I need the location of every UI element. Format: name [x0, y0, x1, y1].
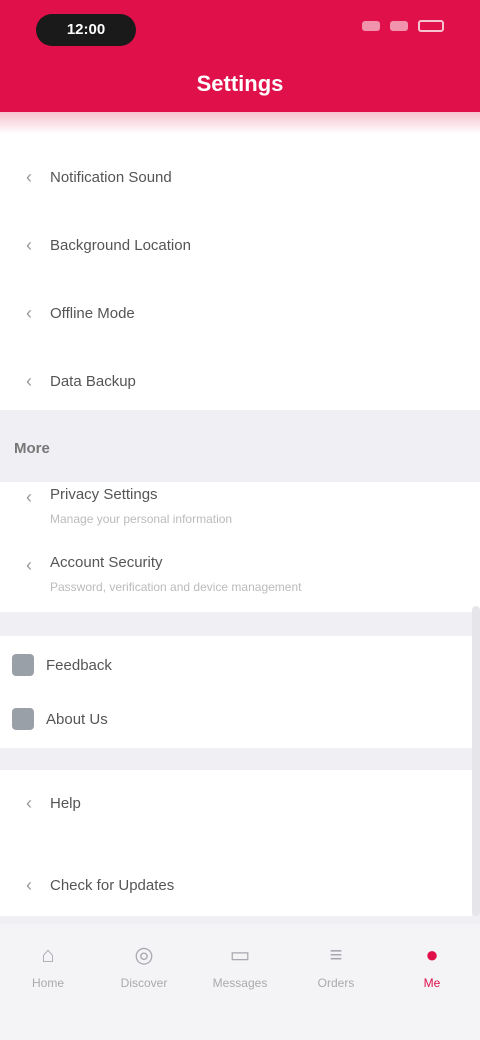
- chevron-left-icon: ‹: [26, 792, 32, 813]
- row-label: Offline Mode: [50, 304, 135, 322]
- info-icon: [12, 708, 34, 730]
- battery-icon: [418, 20, 444, 32]
- chevron-left-icon: ‹: [26, 486, 32, 507]
- settings-row-about[interactable]: About Us: [0, 706, 472, 732]
- status-bar: 12:00: [0, 0, 480, 56]
- header-shadow: [0, 112, 480, 134]
- nav-label: Home: [31, 976, 64, 990]
- settings-card-more: ‹ Privacy Settings Manage your personal …: [0, 482, 480, 612]
- home-icon: ⌂: [41, 942, 55, 967]
- chevron-left-icon: ‹: [26, 234, 32, 255]
- feedback-icon: [12, 654, 34, 676]
- nav-item-discover[interactable]: ◎ Discover: [109, 942, 179, 990]
- status-time: 12:00: [36, 14, 136, 46]
- chevron-left-icon: ‹: [26, 874, 32, 895]
- row-sublabel: Manage your personal information: [50, 512, 233, 526]
- app-header: Settings: [0, 56, 480, 112]
- compass-icon: ◎: [134, 942, 154, 967]
- nav-item-orders[interactable]: ≡ Orders: [301, 942, 371, 990]
- person-icon: ●: [425, 942, 439, 967]
- row-label: Help: [50, 794, 81, 812]
- row-label: Feedback: [46, 656, 112, 674]
- section-title: More: [14, 440, 50, 457]
- chevron-left-icon: ‹: [26, 302, 32, 323]
- nav-label: Me: [423, 976, 441, 990]
- settings-row-data-backup[interactable]: ‹ Data Backup: [0, 368, 480, 394]
- chevron-left-icon: ‹: [26, 166, 32, 187]
- page-title: Settings: [196, 71, 284, 96]
- row-label: Notification Sound: [50, 168, 172, 186]
- scrollbar[interactable]: [472, 606, 480, 916]
- settings-row-check-updates[interactable]: ‹ Check for Updates: [0, 872, 472, 898]
- row-label: Check for Updates: [50, 876, 175, 894]
- bottom-nav: ⌂ Home ◎ Discover ▭ Messages ≡ Orders ● …: [0, 924, 480, 1040]
- nav-item-home[interactable]: ⌂ Home: [13, 942, 83, 990]
- row-label: Account Security: [50, 554, 163, 571]
- chat-icon: ▭: [229, 942, 251, 967]
- chevron-left-icon: ‹: [26, 554, 32, 575]
- status-indicators: [362, 20, 444, 32]
- row-label: Data Backup: [50, 372, 136, 390]
- nav-label: Discover: [120, 976, 168, 990]
- row-label: Background Location: [50, 236, 191, 254]
- chevron-left-icon: ‹: [26, 370, 32, 391]
- nav-item-messages[interactable]: ▭ Messages: [205, 942, 275, 990]
- settings-row-notification-sound[interactable]: ‹ Notification Sound: [0, 164, 480, 190]
- settings-row-help[interactable]: ‹ Help: [0, 790, 472, 816]
- row-label: About Us: [46, 710, 108, 728]
- row-sublabel: Password, verification and device manage…: [50, 580, 302, 594]
- row-label: Privacy Settings: [50, 486, 158, 503]
- settings-row-background-location[interactable]: ‹ Background Location: [0, 232, 480, 258]
- nav-label: Orders: [317, 976, 355, 990]
- settings-row-offline-mode[interactable]: ‹ Offline Mode: [0, 300, 480, 326]
- nav-item-me[interactable]: ● Me: [397, 942, 467, 990]
- wifi-icon: [390, 21, 408, 31]
- settings-row-feedback[interactable]: Feedback: [0, 652, 472, 678]
- settings-card-general: ‹ Notification Sound ‹ Background Locati…: [0, 134, 480, 410]
- signal-icon: [362, 21, 380, 31]
- settings-row-account-security[interactable]: ‹ Account Security Password, verificatio…: [0, 554, 480, 600]
- list-icon: ≡: [329, 942, 343, 967]
- nav-label: Messages: [212, 976, 268, 990]
- settings-card-info: Feedback About Us: [0, 636, 472, 748]
- settings-row-privacy[interactable]: ‹ Privacy Settings Manage your personal …: [0, 486, 480, 532]
- settings-card-support: ‹ Help ‹ Check for Updates: [0, 770, 472, 916]
